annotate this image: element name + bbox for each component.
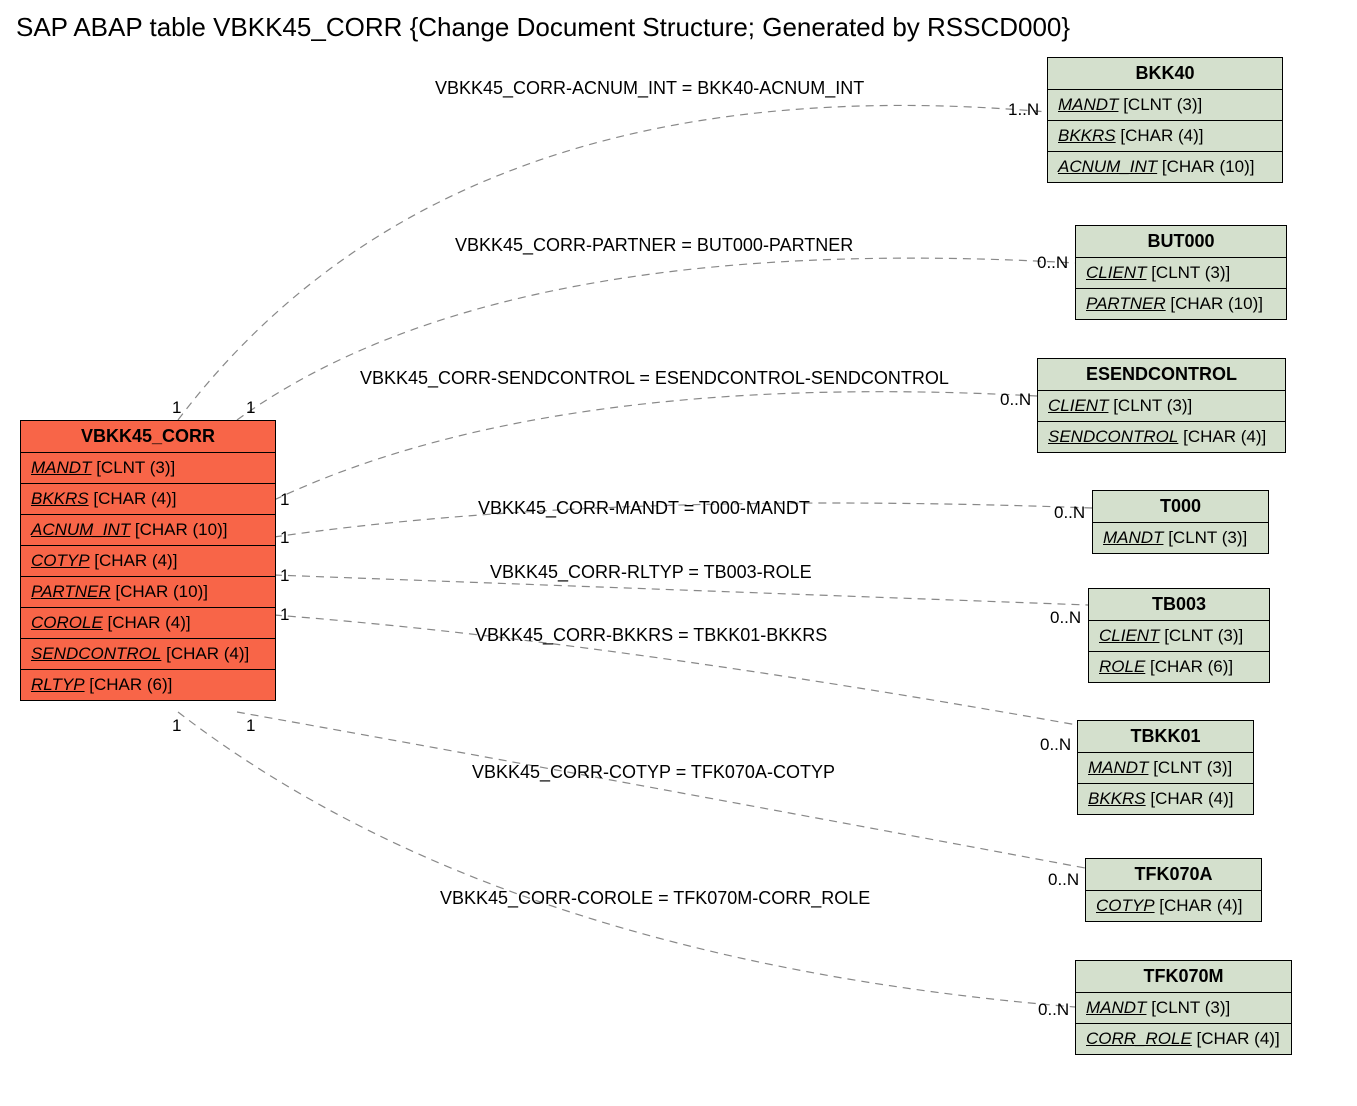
cardinality-right: 0..N [1038,1000,1069,1020]
entity-field: MANDT [CLNT (3)] [1048,90,1282,121]
diagram-title: SAP ABAP table VBKK45_CORR {Change Docum… [16,12,1070,43]
cardinality-left: 1 [280,528,289,548]
cardinality-right: 0..N [1037,253,1068,273]
entity-field: MANDT [CLNT (3)] [1078,753,1253,784]
entity-tbkk01: TBKK01 MANDT [CLNT (3)] BKKRS [CHAR (4)] [1077,720,1254,815]
relation-label: VBKK45_CORR-MANDT = T000-MANDT [478,498,810,519]
entity-vbkk45-corr: VBKK45_CORR MANDT [CLNT (3)] BKKRS [CHAR… [20,420,276,701]
entity-header: BUT000 [1076,226,1286,258]
entity-field: CLIENT [CLNT (3)] [1076,258,1286,289]
relation-label: VBKK45_CORR-BKKRS = TBKK01-BKKRS [475,625,827,646]
entity-header: T000 [1093,491,1268,523]
entity-field: COTYP [CHAR (4)] [1086,891,1261,921]
entity-field: MANDT [CLNT (3)] [21,453,275,484]
cardinality-right: 1..N [1008,100,1039,120]
relation-label: VBKK45_CORR-SENDCONTROL = ESENDCONTROL-S… [360,368,949,389]
entity-tfk070m: TFK070M MANDT [CLNT (3)] CORR_ROLE [CHAR… [1075,960,1292,1055]
cardinality-left: 1 [280,566,289,586]
entity-header: TFK070A [1086,859,1261,891]
entity-field: MANDT [CLNT (3)] [1093,523,1268,553]
entity-field: SENDCONTROL [CHAR (4)] [1038,422,1285,452]
entity-field: PARTNER [CHAR (10)] [21,577,275,608]
entity-field: RLTYP [CHAR (6)] [21,670,275,700]
entity-field: SENDCONTROL [CHAR (4)] [21,639,275,670]
relation-label: VBKK45_CORR-PARTNER = BUT000-PARTNER [455,235,853,256]
cardinality-right: 0..N [1040,735,1071,755]
entity-header: TB003 [1089,589,1269,621]
relation-label: VBKK45_CORR-ACNUM_INT = BKK40-ACNUM_INT [435,78,864,99]
entity-field: COROLE [CHAR (4)] [21,608,275,639]
entity-field: COTYP [CHAR (4)] [21,546,275,577]
entity-field: CLIENT [CLNT (3)] [1089,621,1269,652]
entity-header: ESENDCONTROL [1038,359,1285,391]
relation-label: VBKK45_CORR-COTYP = TFK070A-COTYP [472,762,835,783]
entity-field: BKKRS [CHAR (4)] [1078,784,1253,814]
cardinality-left: 1 [280,490,289,510]
entity-header: TBKK01 [1078,721,1253,753]
entity-header: BKK40 [1048,58,1282,90]
cardinality-left: 1 [246,716,255,736]
entity-field: CORR_ROLE [CHAR (4)] [1076,1024,1291,1054]
entity-field: ACNUM_INT [CHAR (10)] [1048,152,1282,182]
cardinality-right: 0..N [1050,608,1081,628]
entity-but000: BUT000 CLIENT [CLNT (3)] PARTNER [CHAR (… [1075,225,1287,320]
entity-field: BKKRS [CHAR (4)] [21,484,275,515]
entity-header: VBKK45_CORR [21,421,275,453]
cardinality-right: 0..N [1054,503,1085,523]
cardinality-right: 0..N [1048,870,1079,890]
entity-esendcontrol: ESENDCONTROL CLIENT [CLNT (3)] SENDCONTR… [1037,358,1286,453]
cardinality-left: 1 [172,716,181,736]
entity-field: PARTNER [CHAR (10)] [1076,289,1286,319]
cardinality-left: 1 [172,398,181,418]
entity-field: BKKRS [CHAR (4)] [1048,121,1282,152]
entity-t000: T000 MANDT [CLNT (3)] [1092,490,1269,554]
entity-tfk070a: TFK070A COTYP [CHAR (4)] [1085,858,1262,922]
entity-header: TFK070M [1076,961,1291,993]
cardinality-right: 0..N [1000,390,1031,410]
entity-field: ROLE [CHAR (6)] [1089,652,1269,682]
entity-field: ACNUM_INT [CHAR (10)] [21,515,275,546]
entity-bkk40: BKK40 MANDT [CLNT (3)] BKKRS [CHAR (4)] … [1047,57,1283,183]
cardinality-left: 1 [280,605,289,625]
entity-tb003: TB003 CLIENT [CLNT (3)] ROLE [CHAR (6)] [1088,588,1270,683]
cardinality-left: 1 [246,398,255,418]
relation-label: VBKK45_CORR-RLTYP = TB003-ROLE [490,562,812,583]
entity-field: MANDT [CLNT (3)] [1076,993,1291,1024]
relation-label: VBKK45_CORR-COROLE = TFK070M-CORR_ROLE [440,888,870,909]
entity-field: CLIENT [CLNT (3)] [1038,391,1285,422]
